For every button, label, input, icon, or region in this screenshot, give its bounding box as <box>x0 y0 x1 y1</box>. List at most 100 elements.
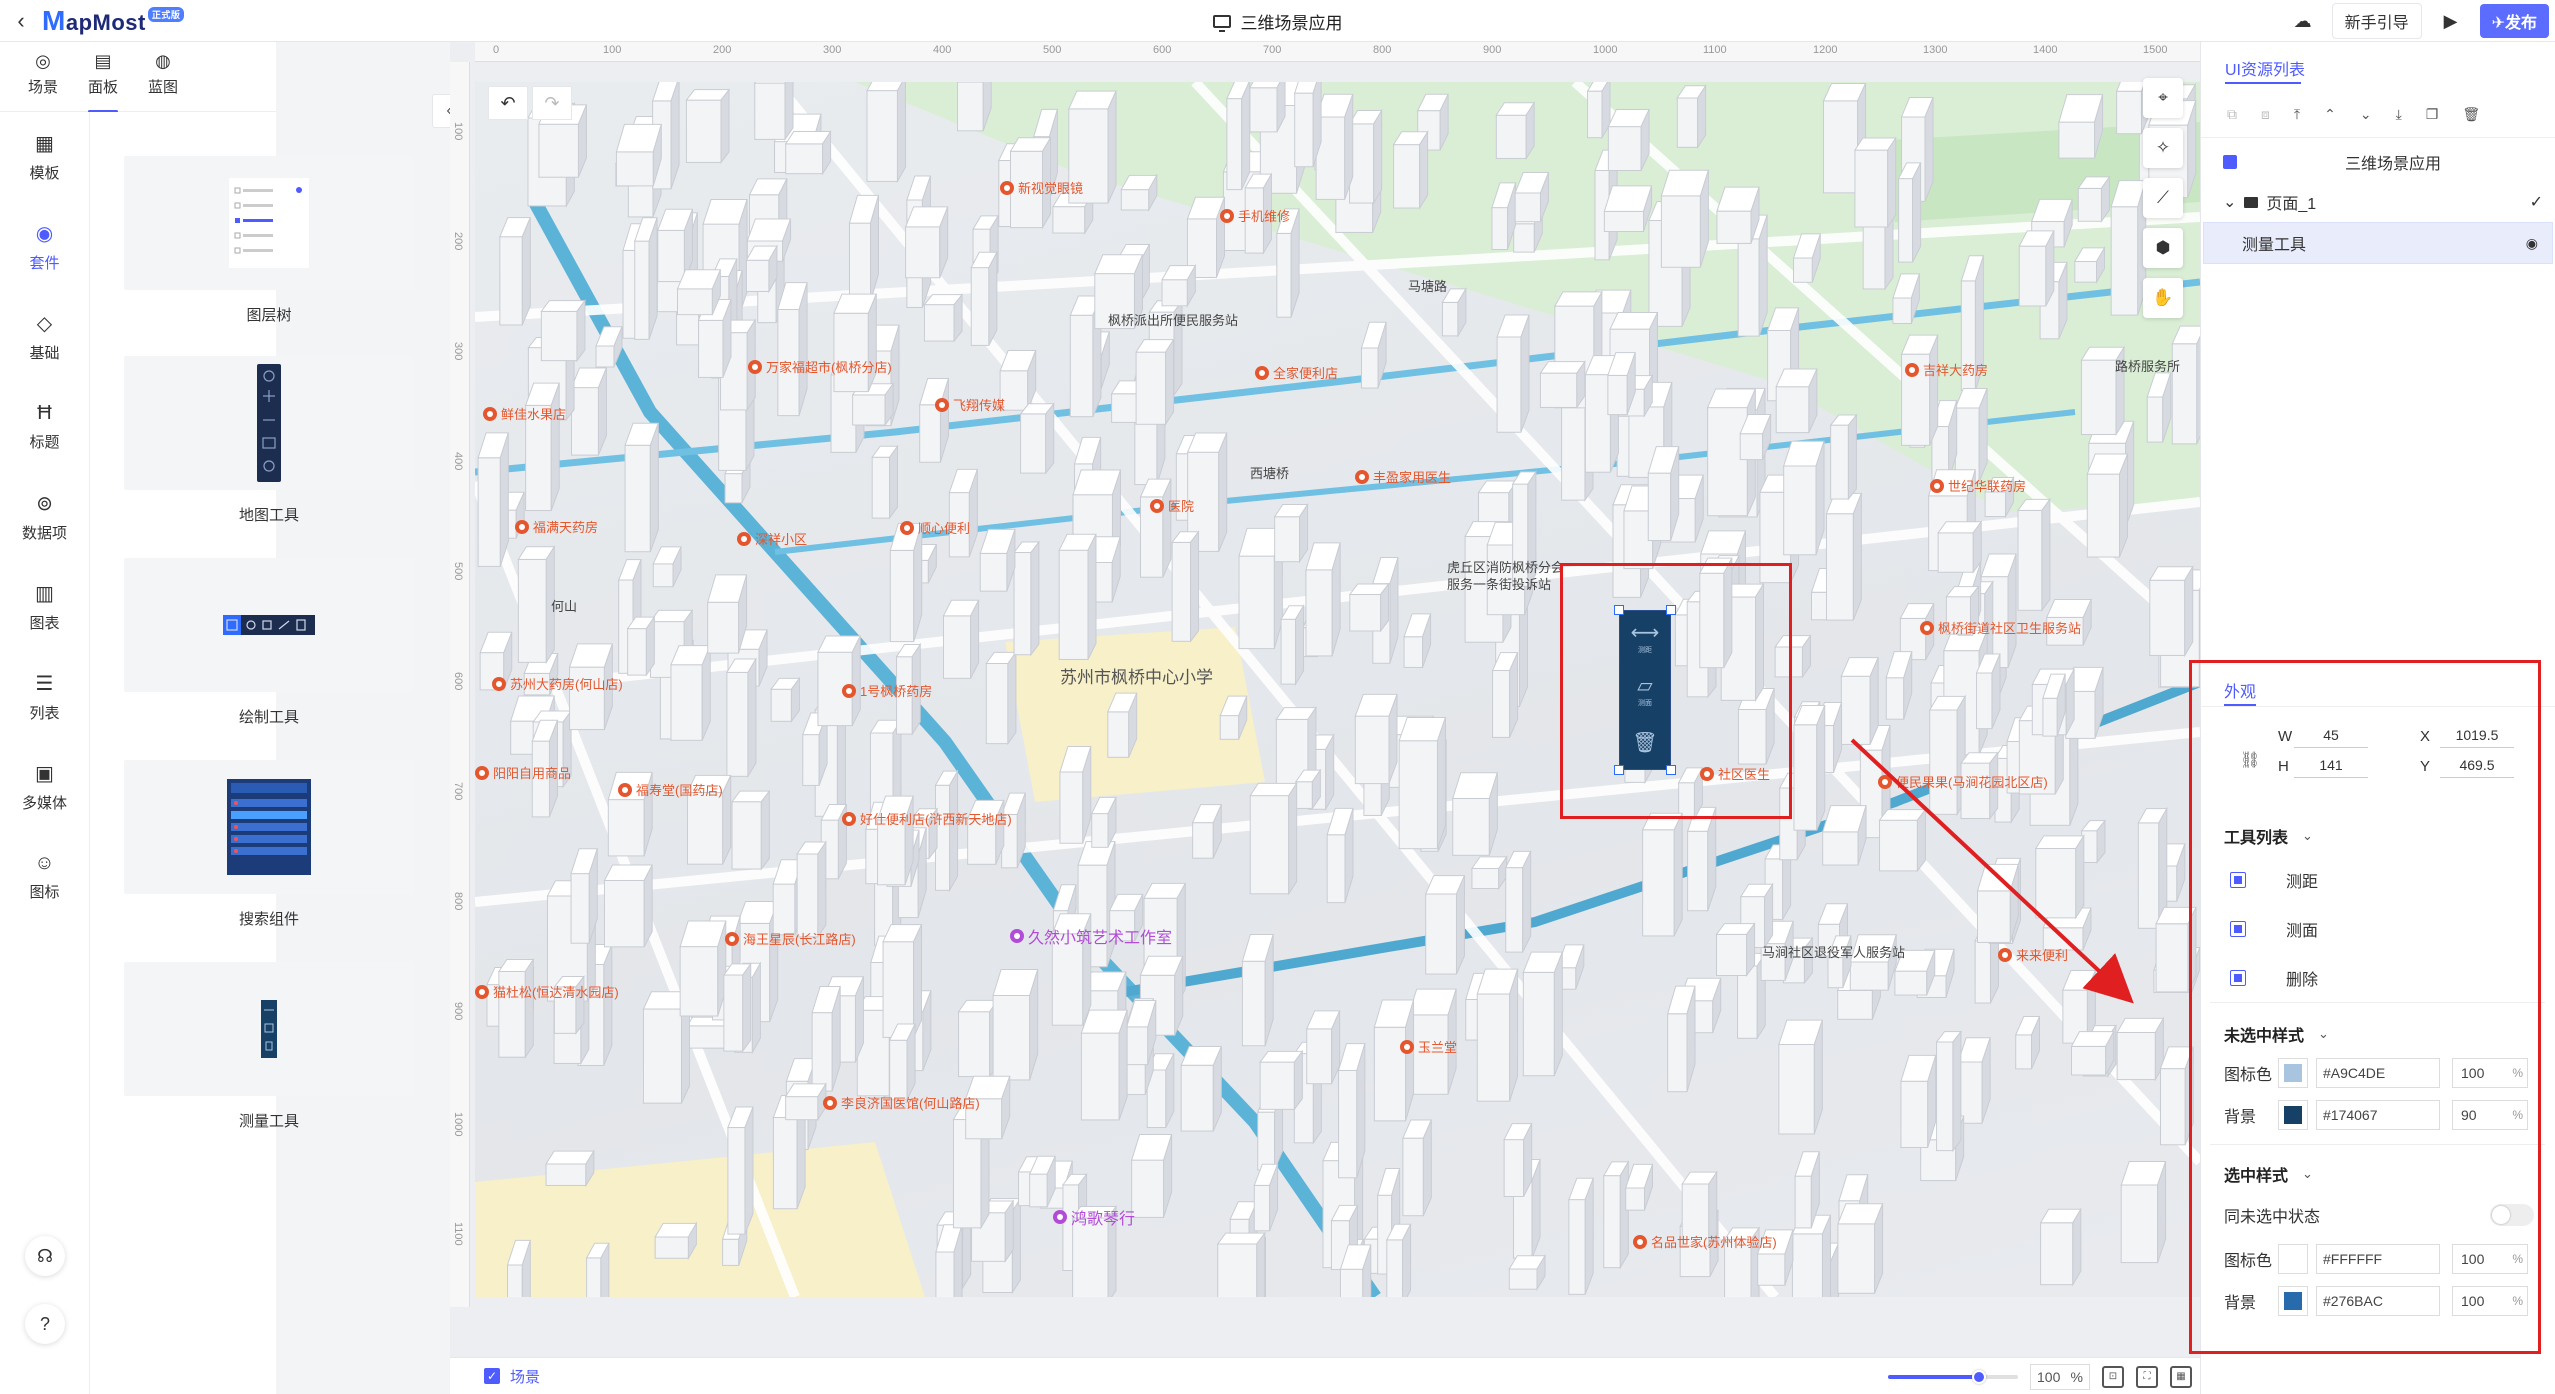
map-poi[interactable]: 来来便利 <box>1998 945 2068 964</box>
map-poi[interactable]: 枫桥街道社区卫生服务站 <box>1920 618 2081 637</box>
move-down-icon[interactable]: ⌄ <box>2360 106 2372 123</box>
map-poi[interactable]: 福满天药房 <box>515 517 598 536</box>
map-place-label[interactable]: 马涧社区退役军人服务站 <box>1762 942 1905 961</box>
poi-marker-icon <box>823 1095 837 1110</box>
eye-icon[interactable]: ◉ <box>2526 235 2538 252</box>
suite-card-search[interactable]: 搜索组件 <box>124 760 414 929</box>
map-place-label[interactable]: 服务一条街投诉站 <box>1447 574 1551 593</box>
scene-toggle[interactable]: ✓ 场景 <box>484 1366 540 1387</box>
poi-marker-icon <box>1905 362 1919 377</box>
guide-button[interactable]: 新手引导 <box>2331 3 2422 39</box>
map-poi[interactable]: 李良济国医馆(何山路店) <box>823 1093 980 1112</box>
map-poi[interactable]: 玉兰堂 <box>1400 1037 1457 1056</box>
zoom-input[interactable]: 100% <box>2030 1363 2090 1390</box>
monitor-icon <box>1212 14 1231 32</box>
rail-item-data[interactable]: ⊚ 数据项 <box>0 472 89 562</box>
move-bottom-icon[interactable]: ⤓ <box>2396 106 2402 123</box>
map-poi[interactable]: 深祥小区 <box>737 529 807 548</box>
map-view[interactable]: 新视觉眼镜手机维修万家福超市(枫桥分店) 飞翔传媒 全家便利店鲜佳水果店福满天药房深… <box>475 82 2200 1297</box>
paste-icon[interactable]: ⧈ <box>2261 106 2270 123</box>
help-icon[interactable]: ? <box>25 1304 65 1344</box>
map-poi[interactable]: 新视觉眼镜 <box>1000 178 1083 197</box>
map-poi[interactable]: 猫杜松(恒达清水园店) <box>475 982 619 1001</box>
map-poi[interactable]: 鲜佳水果店 <box>483 404 566 423</box>
ruler-tick-label: 900 <box>452 1002 464 1021</box>
delete-icon[interactable]: 🗑 <box>2462 106 2480 123</box>
cloud-sync-icon[interactable]: ☁ <box>2292 10 2314 32</box>
map-poi[interactable]: 吉祥大药房 <box>1905 360 1988 379</box>
tree-item-measure[interactable]: 测量工具 ◉ <box>2203 222 2553 264</box>
map-poi[interactable]: 福寿堂(国药店) <box>618 780 723 799</box>
rail-item-emoji[interactable]: ☺ 图标 <box>0 832 89 922</box>
hand-icon[interactable]: ✋ <box>2143 278 2183 318</box>
map-poi[interactable]: 全家便利店 <box>1255 363 1338 382</box>
map-poi[interactable]: 手机维修 <box>1220 206 1290 225</box>
copy-icon[interactable]: ⧉ <box>2227 106 2237 123</box>
tab-ui-resources[interactable]: UI资源列表 <box>2225 56 2305 80</box>
map-poi[interactable]: 顺心便利 <box>900 518 970 537</box>
map-poi[interactable]: 海王星辰(长江路店) <box>725 929 856 948</box>
tab-panel[interactable]: ▤ 面板 <box>88 51 119 113</box>
publish-button[interactable]: ✈发布 <box>2479 4 2549 38</box>
move-up-icon[interactable]: ⌃ <box>2324 106 2336 123</box>
grid-icon[interactable]: ▦ <box>2170 1365 2192 1388</box>
cube-icon[interactable]: ⬢ <box>2143 228 2183 268</box>
map-place-label[interactable]: 路桥服务所 <box>2115 356 2180 375</box>
search-component-thumbnail <box>124 760 414 894</box>
back-arrow-icon[interactable]: ‹ <box>0 0 42 42</box>
magic-wand-icon[interactable]: ✧ <box>2143 128 2183 168</box>
widget-highlight-annotation <box>1560 563 1792 819</box>
suite-card-draw-tools[interactable]: 绘制工具 <box>124 558 414 727</box>
preview-icon[interactable]: ▶ <box>2440 10 2462 32</box>
tab-scene[interactable]: ◎ 场景 <box>28 51 58 103</box>
logo: MapMost 正式版 <box>42 5 185 37</box>
suite-card-map-tools[interactable]: 地图工具 <box>124 356 414 525</box>
fit-screen-icon[interactable]: ⊡ <box>2102 1365 2124 1388</box>
map-poi[interactable]: 世纪华联药房 <box>1930 476 2026 495</box>
rail-item-media[interactable]: ▣ 多媒体 <box>0 742 89 832</box>
map-poi[interactable]: 阳阳自用商品 <box>475 763 571 782</box>
map-place-label[interactable]: 苏州市枫桥中心小学 <box>1060 663 1213 688</box>
rail-item-chart[interactable]: ▥ 图表 <box>0 562 89 652</box>
map-poi[interactable]: 鸿歌琴行 <box>1053 1205 1135 1229</box>
redo-icon[interactable]: ↷ <box>532 86 572 120</box>
chevron-down-icon[interactable]: ⌄ <box>2223 192 2236 212</box>
map-poi[interactable]: 飞翔传媒 <box>935 395 1005 414</box>
fullscreen-icon[interactable]: ⛶ <box>2136 1365 2158 1388</box>
check-icon[interactable]: ✓ <box>2530 192 2543 212</box>
map-place-label[interactable]: 西塘桥 <box>1250 463 1289 482</box>
map-poi[interactable]: 好仕便利店(浒西新天地店) <box>842 809 1012 828</box>
map-poi[interactable]: 久然小筑艺术工作室 <box>1010 924 1172 948</box>
rail-item-template[interactable]: ▦ 模板 <box>0 112 89 202</box>
tree-page[interactable]: ⌄ 页面_1 ✓ <box>2223 182 2543 222</box>
rail-item-heading[interactable]: Ħ 标题 <box>0 382 89 472</box>
panel-highlight-annotation <box>2189 660 2541 1354</box>
zoom-slider-knob[interactable] <box>1972 1369 1986 1384</box>
undo-icon[interactable]: ↶ <box>488 86 528 120</box>
suite-card-layer-tree[interactable]: 图层树 <box>124 156 414 325</box>
rail-item-basic[interactable]: ◇ 基础 <box>0 292 89 382</box>
rail-item-suite[interactable]: ◉ 套件 <box>0 202 89 292</box>
tree-root[interactable]: 三维场景应用 <box>2223 144 2543 180</box>
map-place-label[interactable]: 马塘路 <box>1408 276 1447 295</box>
map-poi[interactable]: 1号枫桥药房 <box>842 681 932 700</box>
duplicate-icon[interactable]: ❐ <box>2426 106 2439 123</box>
left-tabs: ◎ 场景 ▤ 面板 ◍ 蓝图 <box>0 42 276 113</box>
rail-item-list[interactable]: ☰ 列表 <box>0 652 89 742</box>
ruler-icon[interactable]: ⟋ <box>2143 178 2183 218</box>
map-poi[interactable]: 苏州大药房(何山店) <box>492 674 623 693</box>
move-top-icon[interactable]: ⤒ <box>2294 106 2300 123</box>
map-place-label[interactable]: 枫桥派出所便民服务站 <box>1108 310 1238 329</box>
zoom-slider[interactable] <box>1888 1369 2018 1384</box>
map-poi[interactable]: 便民果果(马涧花园北区店) <box>1878 772 2048 791</box>
map-place-label[interactable]: 何山 <box>551 596 577 615</box>
tab-blueprint[interactable]: ◍ 蓝图 <box>148 51 178 103</box>
map-poi[interactable]: 名品世家(苏州体验店) <box>1633 1232 1777 1251</box>
headset-icon[interactable]: ☊ <box>25 1236 65 1276</box>
locate-icon[interactable]: ⌖ <box>2143 78 2183 118</box>
map-poi[interactable]: 万家福超市(枫桥分店) <box>748 357 892 376</box>
map-poi[interactable]: 医院 <box>1150 496 1194 515</box>
ruler-tick-label: 800 <box>1373 44 1392 56</box>
suite-card-measure[interactable]: 测量工具 <box>124 962 414 1131</box>
map-poi[interactable]: 丰盈家用医生 <box>1355 467 1451 486</box>
